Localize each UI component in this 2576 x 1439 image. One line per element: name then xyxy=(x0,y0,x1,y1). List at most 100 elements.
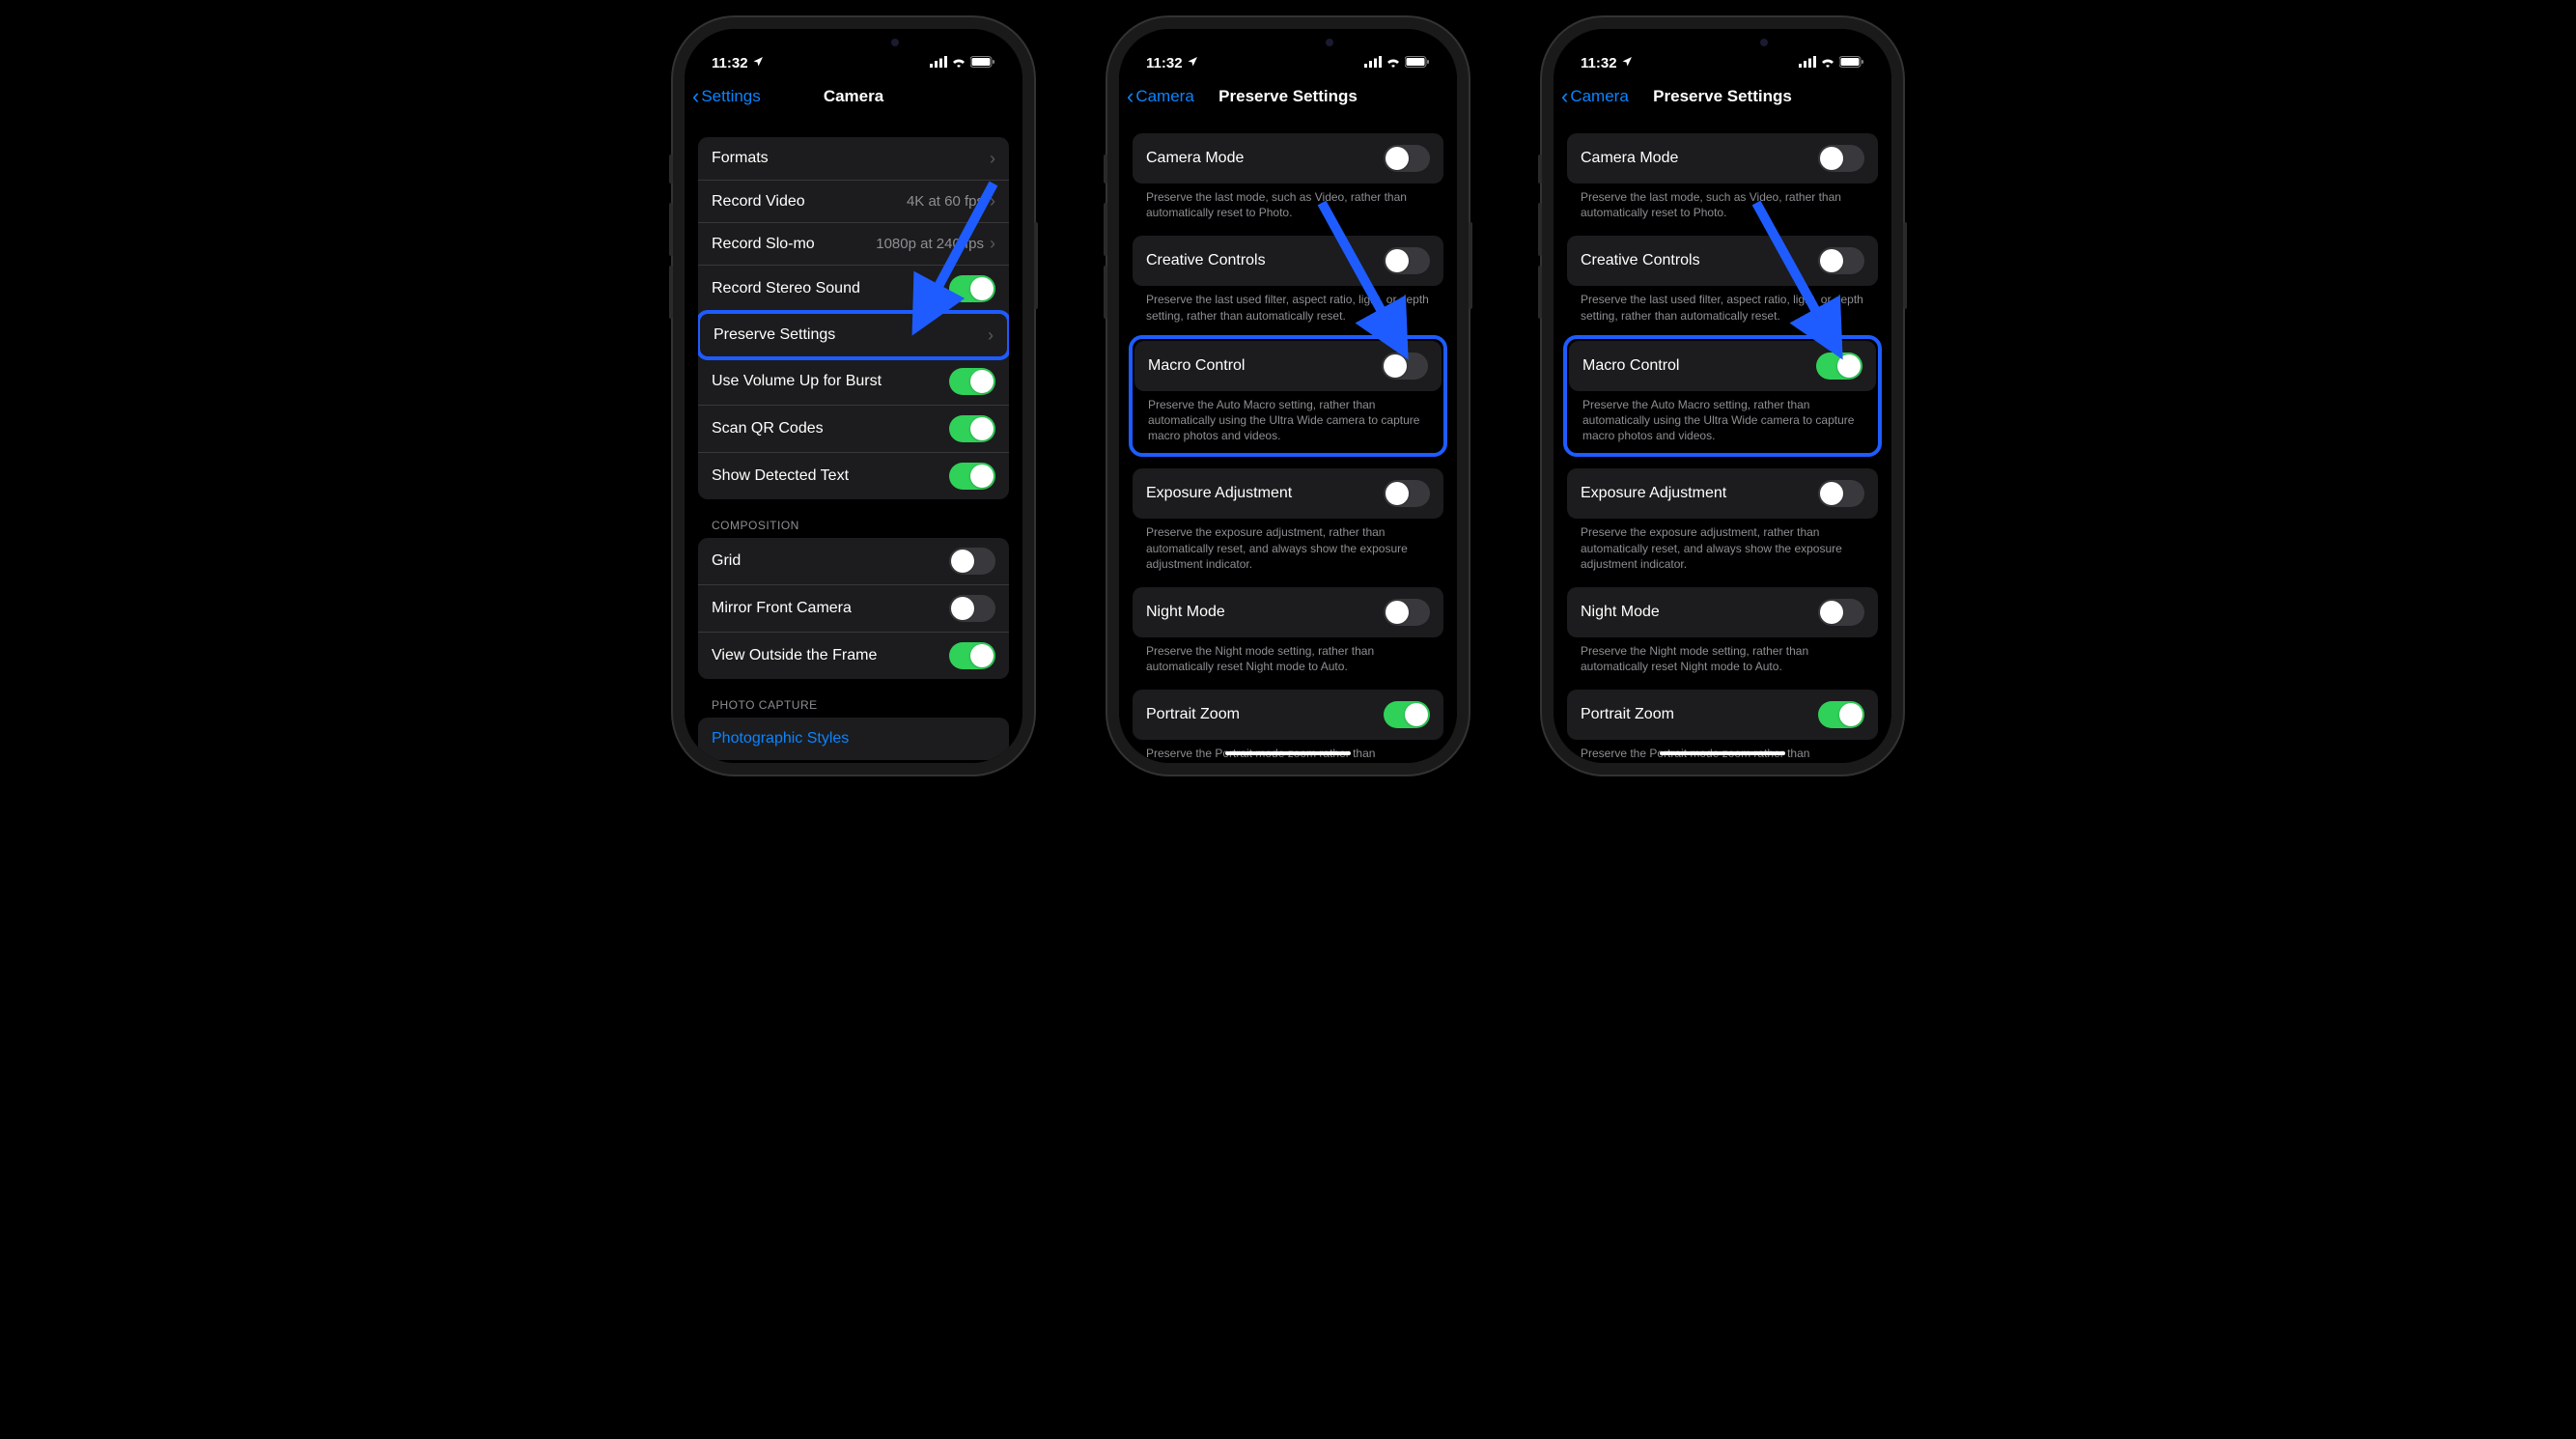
back-label: Settings xyxy=(701,87,760,106)
row-creative-controls[interactable]: Creative Controls xyxy=(1133,236,1443,286)
power-button xyxy=(1903,222,1907,309)
highlight-macro-control: Macro ControlPreserve the Auto Macro set… xyxy=(1563,335,1882,458)
row-night-mode[interactable]: Night Mode xyxy=(1133,587,1443,637)
row-macro-control[interactable]: Macro Control xyxy=(1134,341,1442,391)
row-preserve-settings[interactable]: Preserve Settings› xyxy=(700,314,1007,356)
row-grid[interactable]: Grid xyxy=(698,538,1009,584)
content[interactable]: Camera ModePreserve the last mode, such … xyxy=(1119,118,1457,763)
section-header-photo-capture: PHOTO CAPTURE xyxy=(698,698,1009,718)
row-formats[interactable]: Formats› xyxy=(698,137,1009,180)
notch xyxy=(1650,29,1795,56)
toggle-grid[interactable] xyxy=(949,548,995,575)
volume-up-button xyxy=(1538,203,1542,256)
row-label: Camera Mode xyxy=(1146,150,1244,167)
page-title: Camera xyxy=(824,87,883,106)
toggle-exposure-adjustment[interactable] xyxy=(1384,480,1430,507)
item-creative-controls: Creative Controls Preserve the last used … xyxy=(1567,236,1878,323)
phone-preserve-settings-off: 11:32 ‹ Camera Preserve Settings Camera … xyxy=(1119,29,1457,763)
toggle-camera-mode[interactable] xyxy=(1384,145,1430,172)
toggle-night-mode[interactable] xyxy=(1384,599,1430,626)
row-description: Preserve the last used filter, aspect ra… xyxy=(1567,286,1878,323)
row-exposure-adjustment[interactable]: Exposure Adjustment xyxy=(1567,468,1878,519)
toggle-view-outside-the-frame[interactable] xyxy=(949,642,995,669)
cellular-icon xyxy=(1799,55,1816,71)
back-button[interactable]: ‹ Camera xyxy=(1127,84,1194,109)
cellular-icon xyxy=(1364,55,1382,71)
chevron-left-icon: ‹ xyxy=(692,84,699,109)
page-title: Preserve Settings xyxy=(1653,87,1792,106)
row-label: Night Mode xyxy=(1146,604,1225,621)
volume-up-button xyxy=(1104,203,1107,256)
row-label: Creative Controls xyxy=(1581,252,1700,269)
toggle-portrait-zoom[interactable] xyxy=(1818,701,1864,728)
row-view-outside-the-frame[interactable]: View Outside the Frame xyxy=(698,632,1009,679)
row-macro-control[interactable]: Macro Control xyxy=(1569,341,1876,391)
home-indicator[interactable] xyxy=(1660,751,1785,755)
row-portrait-zoom[interactable]: Portrait Zoom xyxy=(1567,690,1878,740)
toggle-mirror-front-camera[interactable] xyxy=(949,595,995,622)
home-indicator[interactable] xyxy=(1225,751,1351,755)
row-value: 4K at 60 fps xyxy=(907,193,984,210)
back-button[interactable]: ‹ Camera xyxy=(1561,84,1629,109)
row-label: Night Mode xyxy=(1581,604,1660,621)
highlight-macro-control: Macro ControlPreserve the Auto Macro set… xyxy=(1129,335,1447,458)
toggle-creative-controls[interactable] xyxy=(1818,247,1864,274)
status-time: 11:32 xyxy=(1146,55,1183,71)
toggle-exposure-adjustment[interactable] xyxy=(1818,480,1864,507)
power-button xyxy=(1034,222,1038,309)
row-label: Show Detected Text xyxy=(712,467,949,485)
toggle-macro-control[interactable] xyxy=(1382,353,1428,380)
volume-down-button xyxy=(1538,266,1542,319)
wifi-icon xyxy=(951,55,966,71)
row-portrait-zoom[interactable]: Portrait Zoom xyxy=(1133,690,1443,740)
row-scan-qr-codes[interactable]: Scan QR Codes xyxy=(698,405,1009,452)
row-creative-controls[interactable]: Creative Controls xyxy=(1567,236,1878,286)
toggle-camera-mode[interactable] xyxy=(1818,145,1864,172)
toggle-portrait-zoom[interactable] xyxy=(1384,701,1430,728)
cellular-icon xyxy=(930,55,947,71)
toggle-record-stereo-sound[interactable] xyxy=(949,275,995,302)
row-mirror-front-camera[interactable]: Mirror Front Camera xyxy=(698,584,1009,632)
toggle-show-detected-text[interactable] xyxy=(949,463,995,490)
row-record-stereo-sound[interactable]: Record Stereo Sound xyxy=(698,265,1009,312)
chevron-right-icon: › xyxy=(990,149,995,169)
row-show-detected-text[interactable]: Show Detected Text xyxy=(698,452,1009,499)
row-use-volume-up-for-burst[interactable]: Use Volume Up for Burst xyxy=(698,358,1009,405)
photographic-styles-link[interactable]: Photographic Styles xyxy=(698,718,1009,760)
nav-bar: ‹ Settings Camera xyxy=(685,75,1022,118)
volume-up-button xyxy=(669,203,673,256)
back-button[interactable]: ‹ Settings xyxy=(692,84,761,109)
content[interactable]: Camera ModePreserve the last mode, such … xyxy=(1554,118,1891,763)
row-label: Exposure Adjustment xyxy=(1146,485,1292,502)
row-label: Record Stereo Sound xyxy=(712,280,949,297)
location-icon xyxy=(1621,55,1633,71)
phone-camera-settings: 11:32 ‹ Settings Camera Formats›Record V… xyxy=(685,29,1022,763)
power-button xyxy=(1469,222,1472,309)
row-label: Grid xyxy=(712,552,949,570)
row-description: Preserve the exposure adjustment, rather… xyxy=(1567,519,1878,572)
row-label: Macro Control xyxy=(1148,357,1245,375)
toggle-scan-qr-codes[interactable] xyxy=(949,415,995,442)
item-camera-mode: Camera ModePreserve the last mode, such … xyxy=(1567,133,1878,220)
chevron-left-icon: ‹ xyxy=(1127,84,1134,109)
row-exposure-adjustment[interactable]: Exposure Adjustment xyxy=(1133,468,1443,519)
nav-bar: ‹ Camera Preserve Settings xyxy=(1119,75,1457,118)
chevron-right-icon: › xyxy=(988,325,994,346)
row-camera-mode[interactable]: Camera Mode xyxy=(1133,133,1443,183)
row-label: Portrait Zoom xyxy=(1581,706,1674,723)
toggle-creative-controls[interactable] xyxy=(1384,247,1430,274)
content[interactable]: Formats›Record Video4K at 60 fps›Record … xyxy=(685,118,1022,763)
row-night-mode[interactable]: Night Mode xyxy=(1567,587,1878,637)
toggle-macro-control[interactable] xyxy=(1816,353,1862,380)
row-label: Exposure Adjustment xyxy=(1581,485,1726,502)
row-record-video[interactable]: Record Video4K at 60 fps› xyxy=(698,180,1009,222)
toggle-use-volume-up-for-burst[interactable] xyxy=(949,368,995,395)
item-night-mode: Night ModePreserve the Night mode settin… xyxy=(1567,587,1878,674)
row-camera-mode[interactable]: Camera Mode xyxy=(1567,133,1878,183)
status-time: 11:32 xyxy=(712,55,748,71)
item-creative-controls: Creative ControlsPreserve the last used … xyxy=(1133,236,1443,323)
row-description: Preserve the exposure adjustment, rather… xyxy=(1133,519,1443,572)
highlight-preserve-settings: Preserve Settings› xyxy=(698,310,1009,360)
toggle-night-mode[interactable] xyxy=(1818,599,1864,626)
row-record-slo-mo[interactable]: Record Slo-mo1080p at 240 fps› xyxy=(698,222,1009,265)
